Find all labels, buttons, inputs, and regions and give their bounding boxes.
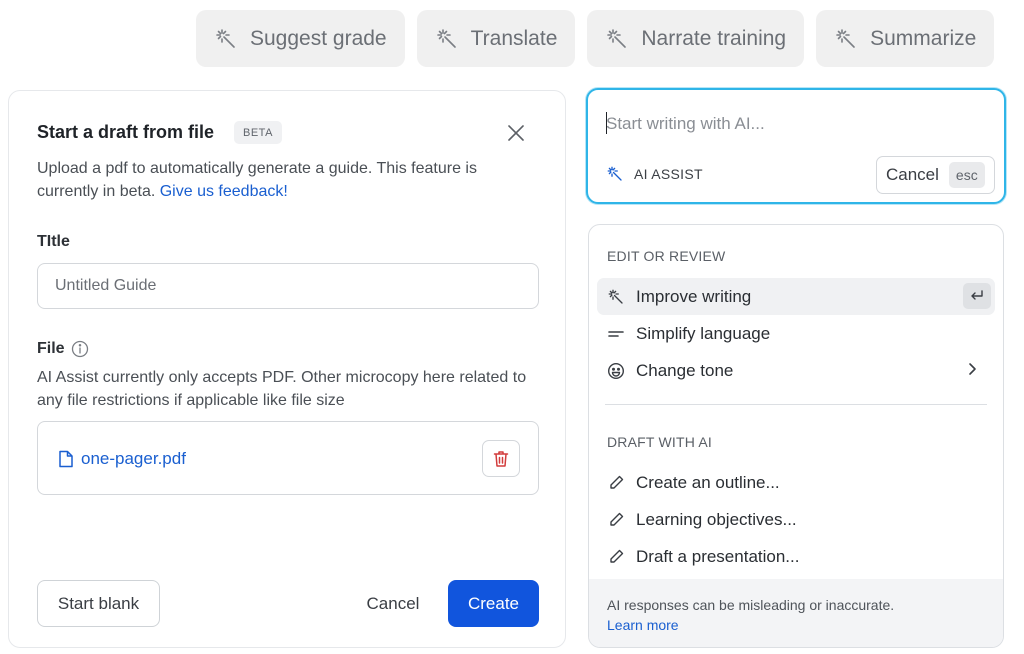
- menu-divider: [605, 404, 987, 405]
- start-blank-button[interactable]: Start blank: [37, 580, 160, 627]
- title-input[interactable]: [37, 263, 539, 309]
- menu-footer: AI responses can be misleading or inaccu…: [589, 579, 1003, 647]
- document-icon: [58, 450, 74, 468]
- enter-key-icon: [963, 283, 991, 309]
- summarize-button[interactable]: Summarize: [816, 10, 995, 67]
- menu-item-label: Improve writing: [636, 286, 752, 306]
- uploaded-file: one-pager.pdf: [37, 421, 539, 495]
- file-help-text: AI Assist currently only accepts PDF. Ot…: [37, 369, 527, 409]
- ai-cancel-button[interactable]: Cancel esc: [876, 156, 995, 194]
- narrate-training-label: Narrate training: [641, 26, 787, 50]
- summarize-label: Summarize: [870, 26, 977, 50]
- create-button[interactable]: Create: [448, 580, 539, 627]
- chevron-right-icon: [963, 362, 981, 376]
- cancel-button[interactable]: Cancel: [354, 580, 432, 627]
- suggest-grade-label: Suggest grade: [250, 26, 387, 50]
- ai-assist-label: AI ASSIST: [606, 165, 703, 183]
- menu-item-change-tone[interactable]: Change tone: [597, 352, 995, 389]
- learn-more-link[interactable]: Learn more: [607, 615, 987, 635]
- menu-item-label: Simplify language: [636, 323, 771, 343]
- ai-disclaimer: AI responses can be misleading or inaccu…: [607, 597, 895, 613]
- ai-cancel-label: Cancel: [886, 165, 939, 184]
- pencil-icon: [607, 548, 625, 565]
- ai-action-toolbar: Suggest grade Translate Narrate training…: [196, 10, 995, 67]
- magic-wand-icon: [607, 288, 625, 306]
- edit-or-review-heading: EDIT OR REVIEW: [607, 248, 726, 264]
- magic-wand-icon: [834, 27, 858, 51]
- smiley-icon: [607, 362, 625, 380]
- translate-label: Translate: [470, 26, 558, 50]
- narrate-training-button[interactable]: Narrate training: [587, 10, 805, 67]
- menu-item-label: Learning objectives...: [636, 509, 797, 529]
- menu-item-create-outline[interactable]: Create an outline...: [597, 464, 995, 501]
- ai-prompt-box: AI ASSIST Cancel esc: [586, 88, 1006, 204]
- close-icon[interactable]: [505, 122, 527, 144]
- title-label: TItle: [37, 233, 70, 250]
- magic-wand-icon: [435, 27, 459, 51]
- pencil-icon: [607, 474, 625, 491]
- lines-icon: [607, 325, 625, 343]
- draft-with-ai-heading: DRAFT WITH AI: [607, 434, 713, 450]
- menu-item-simplify-language[interactable]: Simplify language: [597, 315, 995, 352]
- ai-prompt-input[interactable]: [606, 110, 986, 138]
- suggest-grade-button[interactable]: Suggest grade: [196, 10, 405, 67]
- menu-item-learning-objectives[interactable]: Learning objectives...: [597, 501, 995, 538]
- menu-item-draft-presentation[interactable]: Draft a presentation...: [597, 538, 995, 575]
- file-link[interactable]: one-pager.pdf: [58, 449, 186, 469]
- info-icon[interactable]: [71, 340, 89, 358]
- delete-file-button[interactable]: [482, 440, 520, 477]
- magic-wand-icon: [214, 27, 238, 51]
- trash-icon: [493, 450, 509, 468]
- magic-wand-icon: [606, 165, 624, 183]
- draft-from-file-modal: Start a draft from file BETA Upload a pd…: [8, 90, 566, 648]
- ai-command-menu: EDIT OR REVIEW Improve writing Simplify …: [588, 224, 1004, 648]
- text-cursor: [606, 112, 607, 134]
- magic-wand-icon: [605, 27, 629, 51]
- beta-badge: BETA: [234, 121, 282, 144]
- ai-assist-text: AI ASSIST: [634, 166, 703, 182]
- menu-item-label: Draft a presentation...: [636, 546, 800, 566]
- pencil-icon: [607, 511, 625, 528]
- modal-description: Upload a pdf to automatically generate a…: [37, 157, 537, 203]
- menu-item-label: Create an outline...: [636, 472, 780, 492]
- menu-item-label: Change tone: [636, 360, 734, 380]
- file-label: File: [37, 340, 65, 357]
- file-name: one-pager.pdf: [81, 449, 186, 468]
- modal-title: Start a draft from file: [37, 122, 215, 142]
- esc-key-hint: esc: [948, 162, 985, 188]
- translate-button[interactable]: Translate: [416, 10, 576, 67]
- feedback-link[interactable]: Give us feedback!: [160, 183, 288, 200]
- menu-item-improve-writing[interactable]: Improve writing: [597, 278, 995, 315]
